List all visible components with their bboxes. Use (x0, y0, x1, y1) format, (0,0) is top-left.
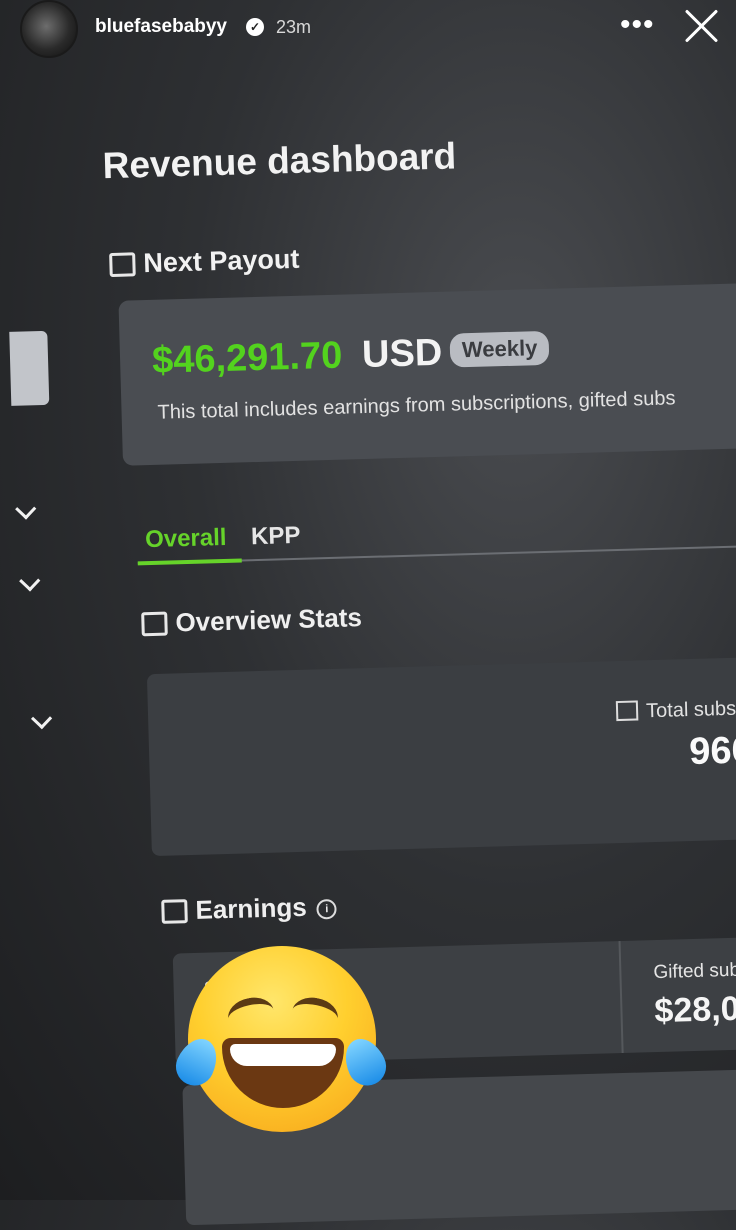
payout-note: This total includes earnings from subscr… (157, 387, 676, 424)
next-payout-label: Next Payout (142, 243, 300, 279)
gifted-subs-value: $28,02 (653, 989, 736, 1031)
story-header: bluefasebabyy ✓ 23m ••• (0, 0, 736, 60)
chevron-down-icon[interactable] (30, 708, 53, 730)
overview-card: Total subsc 966 (146, 656, 736, 857)
chevron-down-icon[interactable] (15, 498, 37, 520)
info-icon[interactable]: i (316, 898, 338, 920)
payout-currency: USD (361, 331, 443, 377)
emoji-eye (289, 993, 341, 1036)
total-subs-value: 966 (688, 729, 736, 774)
tab-kpp[interactable]: KPP (251, 522, 301, 551)
overview-label: Overview Stats (175, 602, 363, 638)
close-icon[interactable] (684, 8, 720, 44)
username[interactable]: bluefasebabyy (95, 16, 227, 38)
bar-chart-icon (615, 700, 639, 722)
laughing-emoji (169, 946, 393, 1154)
payout-card: $46,291.70 USD Weekly This total include… (118, 282, 736, 466)
story-time: 23m (276, 17, 312, 37)
earnings-label: Earnings (195, 891, 308, 925)
total-subs-text: Total subsc (645, 697, 736, 723)
page-title: Revenue dashboard (102, 135, 457, 187)
earnings-divider (618, 941, 624, 1054)
emoji-mouth (222, 1038, 344, 1108)
active-tab-indicator (137, 558, 242, 566)
earnings-heading: Earnings i (161, 891, 338, 927)
frequency-badge: Weekly (449, 330, 550, 368)
chevron-down-icon[interactable] (19, 570, 41, 592)
avatar[interactable] (20, 0, 78, 58)
tab-bar: Overall KPP (136, 499, 736, 566)
payout-amount: $46,291.70 (151, 334, 343, 382)
overview-heading: Overview Stats (141, 602, 362, 639)
gifted-subs-label: Gifted subs (653, 959, 736, 984)
tab-overall[interactable]: Overall (145, 524, 227, 554)
emoji-eye (225, 993, 277, 1036)
wallet-icon (109, 252, 136, 278)
sidebar-item-selected[interactable] (9, 330, 50, 406)
next-payout-heading: Next Payout (109, 244, 300, 280)
more-icon[interactable]: ••• (620, 8, 655, 42)
verified-icon: ✓ (246, 18, 264, 36)
camera-icon (141, 611, 168, 637)
emoji-face (188, 946, 376, 1132)
bar-chart-icon (161, 899, 188, 924)
emoji-teeth (230, 1044, 336, 1066)
total-subs-label: Total subsc (615, 697, 736, 724)
